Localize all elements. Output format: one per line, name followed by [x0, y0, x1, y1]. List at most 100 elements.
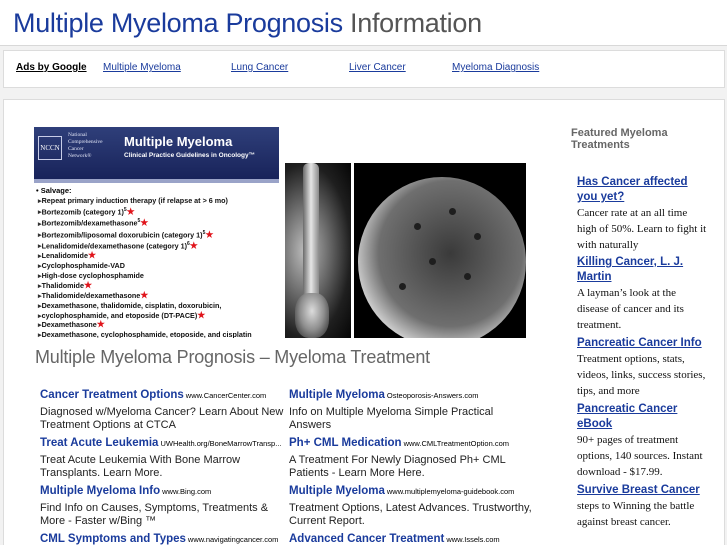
bone-shaft	[303, 163, 319, 303]
ad-description: Treatment Options, Latest Advances. Trus…	[289, 502, 532, 527]
bone-joint	[295, 293, 329, 338]
lesion-spot	[464, 273, 471, 280]
nccn-org-name: National Comprehensive Cancer Network®	[68, 132, 103, 159]
text-ad[interactable]: Advanced Cancer Treatment www.Issels.com	[289, 529, 534, 545]
page: Multiple Myeloma Prognosis Information A…	[0, 0, 727, 545]
sidebar-item-desc: 90+ pages of treatment options, 140 sour…	[577, 434, 703, 478]
slide-item-text: Bortezomib/dexamethasone	[41, 218, 138, 228]
slide-title: Multiple Myeloma	[124, 134, 233, 149]
main-content: NCCN National Comprehensive Cancer Netwo…	[3, 99, 725, 545]
slide-item-text: Lenalidomide/dexamethasone (category 1)	[41, 241, 187, 251]
sidebar-item: Killing Cancer, L. J. Martin A layman’s …	[577, 255, 707, 333]
ad-title[interactable]: Ph+ CML Medication	[289, 437, 402, 449]
sidebar-item-desc: Cancer rate at an all time high of 50%. …	[577, 207, 707, 251]
ad-url[interactable]: www.Bing.com	[162, 487, 211, 496]
site-title-suffix[interactable]: Information	[350, 8, 482, 38]
ad-title[interactable]: Multiple Myeloma Info	[40, 485, 160, 497]
slide-item-text: Lenalidomide	[41, 251, 88, 261]
slide-subtitle: Clinical Practice Guidelines in Oncology…	[124, 152, 256, 159]
ad-description: Find Info on Causes, Symptoms, Treatment…	[40, 502, 269, 527]
sidebar-item-desc: Treatment options, stats, videos, links,…	[577, 353, 706, 397]
lesion-spot	[414, 223, 421, 230]
red-star-icon: ★	[197, 309, 206, 320]
slide-list-item: Dexamethasone, thalidomide, cisplatin, d…	[38, 301, 278, 311]
red-star-icon: ★	[140, 217, 149, 228]
ad-title[interactable]: Multiple Myeloma	[289, 389, 385, 401]
ad-title[interactable]: CML Symptoms and Types	[40, 533, 186, 545]
slide-item-text: Cyclophosphamide-VAD	[41, 261, 125, 270]
text-ad[interactable]: Ph+ CML Medication www.CMLTreatmentOption…	[289, 433, 534, 480]
ad-url[interactable]: www.CancerCenter.com	[186, 391, 266, 400]
ad-title[interactable]: Cancer Treatment Options	[40, 389, 184, 401]
sidebar-item-link[interactable]: Killing Cancer, L. J. Martin	[577, 255, 707, 285]
slide-item-text: Dexamethasone, thalidomide, cisplatin, d…	[41, 300, 222, 310]
article-title: Multiple Myeloma Prognosis – Myeloma Tre…	[35, 347, 430, 367]
red-star-icon: ★	[96, 319, 105, 330]
sidebar-heading: Featured Myeloma Treatments	[571, 127, 668, 151]
slide-list-item: Cyclophosphamide-VAD	[38, 261, 278, 271]
ad-url[interactable]: www.navigatingcancer.com	[188, 535, 278, 544]
text-ad[interactable]: Multiple Myeloma Osteoporosis-Answers.com…	[289, 385, 534, 432]
slide-list-item: High-dose cyclophosphamide	[38, 271, 278, 281]
slide-header: NCCN National Comprehensive Cancer Netwo…	[34, 127, 279, 179]
lesion-spot	[399, 283, 406, 290]
text-ad[interactable]: Multiple Myeloma Info www.Bing.com Find I…	[40, 481, 285, 528]
text-ad[interactable]: CML Symptoms and Types www.navigatingcanc…	[40, 529, 285, 545]
sidebar-item-link[interactable]: Has Cancer affected you yet?	[577, 175, 707, 205]
header-image-collage: NCCN National Comprehensive Cancer Netwo…	[34, 127, 526, 338]
ad-url[interactable]: www.Issels.com	[446, 535, 499, 544]
slide-item-text: Bortezomib/liposomal doxorubicin (catego…	[41, 229, 203, 239]
slide-list-item: Repeat primary induction therapy (if rel…	[38, 196, 278, 206]
ad-title[interactable]: Treat Acute Leukemia	[40, 437, 158, 449]
slide-item-text: Dexamethasone, cyclophosphamide, etoposi…	[41, 330, 252, 338]
skull-shape	[358, 177, 526, 338]
site-title-main[interactable]: Multiple Myeloma Prognosis	[13, 8, 343, 38]
site-title[interactable]: Multiple Myeloma Prognosis Information	[13, 8, 482, 39]
sidebar-item-link[interactable]: Pancreatic Cancer eBook	[577, 402, 707, 432]
slide-list-item: Bortezomib (category 1)5★	[38, 206, 278, 217]
red-star-icon: ★	[140, 289, 149, 300]
ads-by-google-link[interactable]: Ads by Google	[16, 62, 87, 73]
ad-description: Treat Acute Leukemia With Bone Marrow Tr…	[40, 454, 241, 479]
slide-item-text: Thalidomide	[41, 280, 84, 290]
sidebar-item-desc: A layman’s look at the disease of cancer…	[577, 287, 684, 331]
ad-url[interactable]: Osteoporosis-Answers.com	[387, 391, 479, 400]
lesion-spot	[429, 258, 436, 265]
ad-title[interactable]: Multiple Myeloma	[289, 485, 385, 497]
sidebar-item-link[interactable]: Pancreatic Cancer Info	[577, 336, 707, 351]
red-star-icon: ★	[87, 250, 97, 261]
slide-item-text: Repeat primary induction therapy (if rel…	[41, 196, 228, 205]
ad-description: A Treatment For Newly Diagnosed Ph+ CML …	[289, 454, 506, 479]
slide-list-item: Lenalidomide/dexamethasone (category 1)6…	[38, 240, 278, 251]
sidebar-item-link[interactable]: Survive Breast Cancer	[577, 483, 707, 498]
bone-xray-image	[285, 163, 351, 338]
sidebar-item-desc: steps to Winning the battle against brea…	[577, 500, 695, 528]
ad-link-liver-cancer[interactable]: Liver Cancer	[349, 62, 406, 73]
slide-list-item: Lenalidomide★	[38, 250, 278, 261]
sidebar-item: Pancreatic Cancer Info Treatment options…	[577, 336, 707, 399]
ad-link-bar: Ads by Google Multiple Myeloma Lung Canc…	[3, 50, 725, 88]
site-header: Multiple Myeloma Prognosis Information	[0, 0, 727, 46]
sidebar-item: Pancreatic Cancer eBook 90+ pages of tre…	[577, 402, 707, 480]
slide-list-item: Thalidomide★	[38, 280, 278, 291]
ad-description: Diagnosed w/Myeloma Cancer? Learn About …	[40, 406, 284, 431]
sidebar-item: Survive Breast Cancer steps to Winning t…	[577, 483, 707, 530]
ad-link-multiple-myeloma[interactable]: Multiple Myeloma	[103, 62, 181, 73]
lesion-spot	[449, 208, 456, 215]
ad-url[interactable]: www.multiplemyeloma-guidebook.com	[387, 487, 515, 496]
ad-link-myeloma-diagnosis[interactable]: Myeloma Diagnosis	[452, 62, 539, 73]
ad-title[interactable]: Advanced Cancer Treatment	[289, 533, 444, 545]
slide-item-text: Thalidomide/dexamethasone	[41, 290, 141, 300]
text-ad[interactable]: Treat Acute Leukemia UWHealth.org/BoneMar…	[40, 433, 285, 480]
slide-list-item: Bortezomib/dexamethasone5★	[38, 217, 278, 228]
ad-url[interactable]: UWHealth.org/BoneMarrowTransp...	[160, 439, 281, 448]
ad-link-lung-cancer[interactable]: Lung Cancer	[231, 62, 288, 73]
text-ad[interactable]: Multiple Myeloma www.multiplemyeloma-guid…	[289, 481, 534, 528]
text-ad[interactable]: Cancer Treatment Options www.CancerCenter…	[40, 385, 285, 432]
red-star-icon: ★	[205, 228, 214, 239]
slide-item-text: Bortezomib (category 1)	[41, 207, 124, 217]
nccn-guidelines-slide: NCCN National Comprehensive Cancer Netwo…	[34, 127, 279, 338]
nccn-logo: NCCN	[38, 136, 62, 160]
ad-url[interactable]: www.CMLTreatmentOption.com	[404, 439, 509, 448]
lesion-spot	[474, 233, 481, 240]
